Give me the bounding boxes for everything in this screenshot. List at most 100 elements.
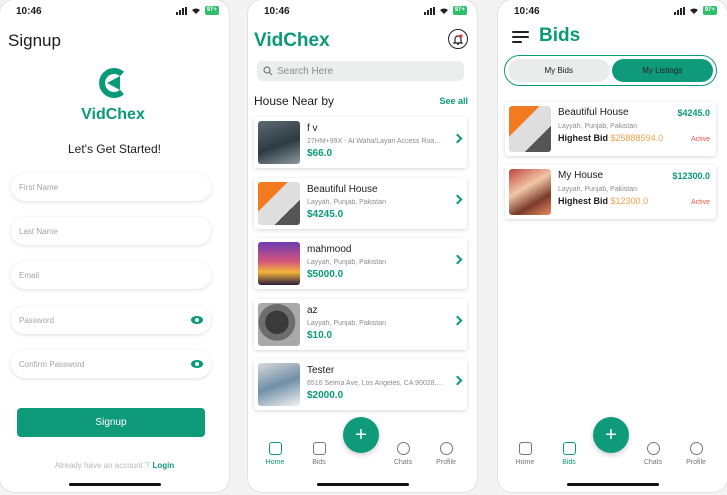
battery-icon: 97+ bbox=[204, 6, 219, 15]
highest-bid: Highest Bid $25888594.0 bbox=[558, 133, 663, 143]
listing-card[interactable]: az Layyah, Punjab, Pakistan $10.0 bbox=[254, 298, 467, 350]
notification-bell-icon[interactable] bbox=[448, 29, 468, 49]
password-input[interactable] bbox=[11, 306, 211, 334]
listing-card[interactable]: Beautiful House Layyah, Punjab, Pakistan… bbox=[254, 177, 467, 229]
highest-bid-amount: $12300.0 bbox=[610, 196, 649, 206]
eye-icon[interactable] bbox=[191, 360, 203, 368]
signal-icon bbox=[673, 6, 685, 15]
profile-icon bbox=[439, 442, 453, 455]
tab-home[interactable]: Home bbox=[505, 442, 545, 466]
last-name-field[interactable] bbox=[11, 217, 211, 245]
bids-icon bbox=[562, 442, 576, 455]
tab-chats[interactable]: Chats bbox=[633, 442, 673, 466]
bid-card[interactable]: My House $12300.0 Layyah, Punjab, Pakist… bbox=[505, 165, 716, 219]
tab-home-label: Home bbox=[515, 459, 535, 466]
tab-profile-label: Profile bbox=[686, 459, 706, 466]
page-title: Signup bbox=[8, 31, 61, 50]
bid-address: Layyah, Punjab, Pakistan bbox=[558, 186, 637, 193]
bid-price: $4245.0 bbox=[677, 108, 710, 118]
bids-icon bbox=[312, 442, 326, 455]
listing-name: f v bbox=[307, 123, 318, 134]
see-all-link[interactable]: See all bbox=[439, 96, 468, 106]
bid-list: Beautiful House $4245.0 Layyah, Punjab, … bbox=[505, 102, 716, 228]
chat-icon bbox=[646, 442, 660, 455]
bid-card[interactable]: Beautiful House $4245.0 Layyah, Punjab, … bbox=[505, 102, 716, 156]
battery-icon: 97+ bbox=[452, 6, 467, 15]
listing-price: $5000.0 bbox=[307, 269, 344, 280]
tab-my-bids[interactable]: My Bids bbox=[508, 59, 610, 82]
search-input[interactable] bbox=[277, 65, 447, 77]
signal-icon bbox=[175, 6, 187, 15]
login-link[interactable]: Login bbox=[152, 461, 174, 470]
listing-address: Layyah, Punjab, Pakistan bbox=[307, 198, 386, 206]
password-field[interactable] bbox=[11, 306, 211, 334]
page-title: Bids bbox=[539, 25, 581, 46]
bid-address: Layyah, Punjab, Pakistan bbox=[558, 123, 637, 130]
signup-screen: 10:46 97+ Signup VidChex Let's Get Start… bbox=[0, 0, 229, 492]
listing-card[interactable]: f v 27HM+99X - Al Waha/Layan Access Road… bbox=[254, 117, 467, 168]
account-prompt-text: Already have an account ? bbox=[54, 461, 150, 470]
home-indicator bbox=[68, 483, 161, 486]
tab-bids[interactable]: Bids bbox=[299, 442, 339, 466]
first-name-field[interactable] bbox=[11, 173, 211, 201]
tab-bids-label: Bids bbox=[562, 459, 576, 466]
status-bar: 10:46 97+ bbox=[248, 5, 477, 19]
email-input[interactable] bbox=[11, 261, 211, 289]
wifi-icon bbox=[191, 7, 200, 14]
tab-my-listings[interactable]: My Listings bbox=[611, 59, 713, 82]
signup-button[interactable]: Signup bbox=[17, 408, 205, 437]
listing-price: $10.0 bbox=[307, 329, 333, 341]
search-bar[interactable] bbox=[257, 61, 464, 81]
listing-list: f v 27HM+99X - Al Waha/Layan Access Road… bbox=[254, 117, 467, 420]
logo-icon bbox=[99, 68, 124, 98]
tab-bids-label: Bids bbox=[312, 459, 326, 466]
tab-profile[interactable]: Profile bbox=[676, 442, 716, 466]
tab-home[interactable]: Home bbox=[255, 442, 295, 466]
listing-name: az bbox=[307, 304, 318, 316]
listing-thumbnail bbox=[258, 121, 300, 164]
eye-icon[interactable] bbox=[191, 316, 203, 324]
listing-name: Tester bbox=[307, 365, 335, 376]
bid-name: My House bbox=[558, 170, 604, 181]
status-badge: Active bbox=[690, 136, 710, 143]
listing-thumbnail bbox=[258, 363, 300, 406]
menu-icon[interactable] bbox=[512, 31, 529, 43]
app-logo: VidChex bbox=[78, 68, 148, 124]
tab-profile[interactable]: Profile bbox=[426, 442, 466, 466]
status-badge: Active bbox=[690, 199, 710, 206]
tab-chats-label: Chats bbox=[393, 459, 413, 466]
bids-screen: 10:46 97+ Bids My Bids My Listings Beaut… bbox=[498, 0, 727, 492]
email-field[interactable] bbox=[11, 261, 211, 289]
logo-text: VidChex bbox=[81, 106, 145, 123]
tab-bids[interactable]: Bids bbox=[549, 442, 589, 466]
signup-heading: Let's Get Started! bbox=[67, 142, 161, 156]
wifi-icon bbox=[689, 7, 698, 14]
tab-chats-label: Chats bbox=[643, 459, 663, 466]
bid-thumbnail bbox=[509, 106, 551, 152]
listing-price: $4245.0 bbox=[307, 208, 344, 220]
listing-name: mahmood bbox=[307, 244, 352, 255]
highest-bid-label: Highest Bid bbox=[558, 133, 609, 143]
tab-chats[interactable]: Chats bbox=[383, 442, 423, 466]
home-icon bbox=[518, 442, 532, 455]
confirm-password-input[interactable] bbox=[11, 350, 211, 378]
bid-name: Beautiful House bbox=[558, 107, 629, 118]
chevron-right-icon bbox=[452, 375, 463, 386]
chevron-right-icon bbox=[452, 254, 463, 265]
home-indicator bbox=[316, 483, 409, 486]
chevron-right-icon bbox=[452, 133, 463, 144]
status-bar: 10:46 97+ bbox=[0, 5, 229, 19]
section-title: House Near by bbox=[254, 94, 335, 108]
listing-price: $2000.0 bbox=[307, 390, 344, 401]
confirm-password-field[interactable] bbox=[11, 350, 211, 378]
listing-card[interactable]: Tester 6516 Selma Ave, Los Angeles, CA 9… bbox=[254, 359, 467, 410]
listing-card[interactable]: mahmood Layyah, Punjab, Pakistan $5000.0 bbox=[254, 238, 467, 289]
first-name-input[interactable] bbox=[11, 173, 211, 201]
bid-price: $12300.0 bbox=[672, 171, 710, 181]
last-name-input[interactable] bbox=[11, 217, 211, 245]
status-time: 10:46 bbox=[16, 6, 42, 17]
tab-home-label: Home bbox=[265, 459, 285, 466]
listing-thumbnail bbox=[258, 242, 300, 285]
search-icon bbox=[263, 66, 273, 76]
status-bar: 10:46 97+ bbox=[498, 5, 727, 19]
